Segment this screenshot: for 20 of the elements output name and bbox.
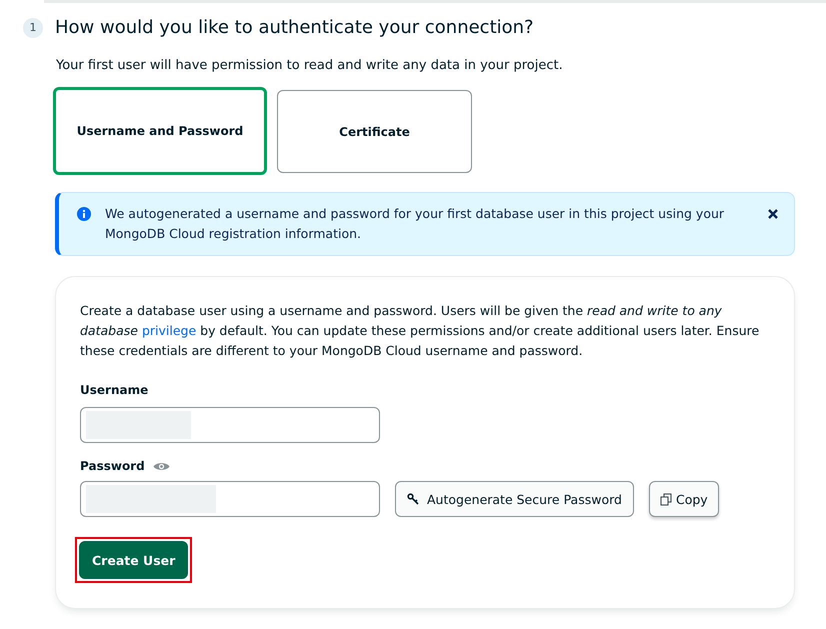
form-description: Create a database user using a username and password. Users will be given the read and write to any database privilege by default. You can update these permissions and/or create additional users later. Ensure these credentials are different to your MongoDB Cloud username and password. xyxy=(80,302,760,360)
password-label: Password xyxy=(80,459,145,473)
copy-icon xyxy=(660,492,673,506)
auth-option-card[interactable]: Username and Password xyxy=(53,87,267,175)
subtitle: Your first user will have permission to read and write any data in your project. xyxy=(56,58,564,73)
key-icon xyxy=(407,493,419,505)
banner-text: We autogenerated a username and password for your first database user in this project using your MongoDB Cloud registration information. xyxy=(105,205,726,243)
eye-icon[interactable] xyxy=(152,460,170,472)
username-field[interactable] xyxy=(80,407,380,443)
password-field[interactable] xyxy=(80,481,380,517)
create-user-button[interactable]: Create User xyxy=(79,541,188,579)
info-icon xyxy=(77,207,91,221)
username-label: Username xyxy=(80,383,148,397)
autogenerate-button[interactable]: Autogenerate Secure Password xyxy=(395,481,634,517)
step-number: 1 xyxy=(23,18,43,38)
auth-option-card[interactable]: Certificate xyxy=(277,90,472,173)
section-title: How would you like to authenticate your connection? xyxy=(55,17,534,38)
privilege-link[interactable]: privilege xyxy=(142,323,196,338)
copy-button[interactable]: Copy xyxy=(648,481,719,517)
close-icon[interactable] xyxy=(768,209,778,219)
